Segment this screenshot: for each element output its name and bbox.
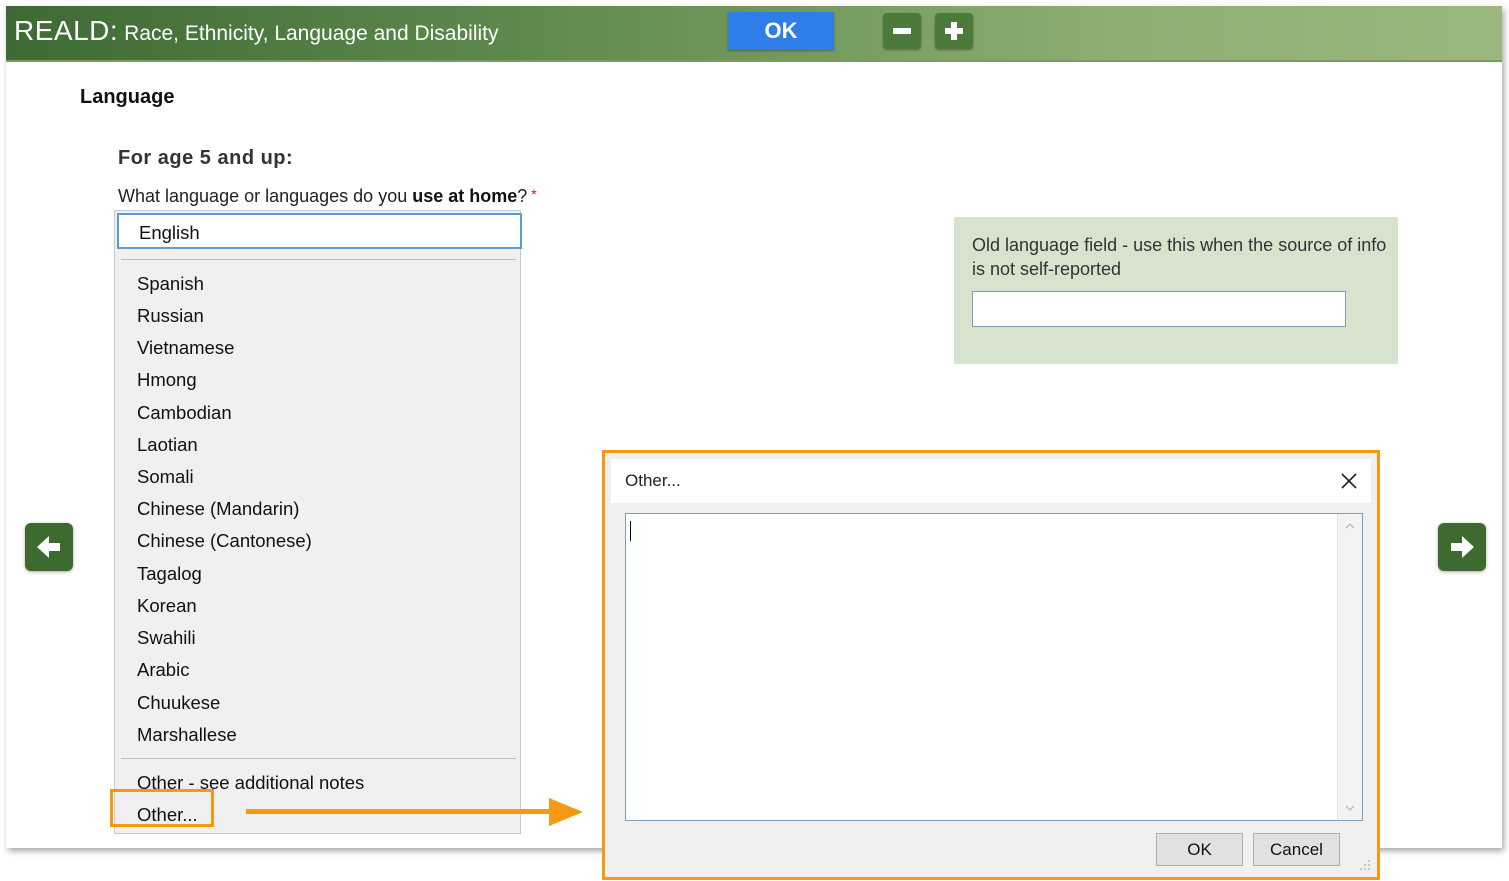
- question-suffix: ?: [517, 186, 528, 206]
- required-mark: *: [531, 186, 537, 202]
- list-item[interactable]: Laotian: [137, 434, 198, 456]
- list-item[interactable]: Russian: [137, 305, 204, 327]
- text-caret: [630, 521, 631, 541]
- list-item[interactable]: Cambodian: [137, 402, 232, 424]
- zoom-out-button[interactable]: [883, 13, 921, 49]
- list-item[interactable]: Swahili: [137, 627, 196, 649]
- list-item[interactable]: Chuukese: [137, 692, 220, 714]
- app-title: REALD: Race, Ethnicity, Language and Disa…: [14, 15, 499, 47]
- dialog-cancel-button[interactable]: Cancel: [1253, 833, 1340, 866]
- section-title: Language: [80, 86, 175, 108]
- resize-grip-icon[interactable]: [1357, 857, 1371, 871]
- dialog-ok-button[interactable]: OK: [1156, 833, 1243, 866]
- language-listbox[interactable]: English Spanish Russian Vietnamese Hmong…: [114, 210, 522, 834]
- dialog-close-button[interactable]: [1337, 469, 1361, 493]
- dialog-title: Other...: [625, 471, 681, 490]
- other-text-area[interactable]: [625, 513, 1363, 821]
- minus-icon: [893, 28, 911, 34]
- chevron-up-icon[interactable]: [1344, 520, 1356, 532]
- next-page-button[interactable]: [1438, 523, 1486, 571]
- other-dialog: Other... OK Cancel: [602, 450, 1380, 880]
- age-label: For age 5 and up:: [118, 147, 294, 169]
- question-bold: use at home: [412, 186, 518, 206]
- header-ok-button[interactable]: OK: [728, 12, 834, 50]
- selected-language[interactable]: English: [117, 213, 522, 249]
- other-highlight-box: [110, 789, 214, 827]
- list-item[interactable]: Arabic: [137, 659, 189, 681]
- zoom-in-button[interactable]: [935, 13, 973, 49]
- list-item[interactable]: Spanish: [137, 273, 204, 295]
- list-divider: [121, 758, 516, 759]
- app-title-main: REALD:: [14, 15, 119, 46]
- app-title-sub: Race, Ethnicity, Language and Disability: [124, 22, 499, 45]
- arrow-left-icon: [37, 536, 60, 558]
- list-item[interactable]: Chinese (Mandarin): [137, 498, 299, 520]
- old-language-input[interactable]: [972, 291, 1346, 327]
- old-language-label: Old language field - use this when the s…: [972, 235, 1387, 279]
- list-item[interactable]: Chinese (Cantonese): [137, 530, 312, 552]
- list-item[interactable]: Somali: [137, 466, 194, 488]
- close-icon: [1341, 473, 1357, 489]
- old-language-panel: Old language field - use this when the s…: [954, 217, 1398, 364]
- vertical-scrollbar[interactable]: [1337, 514, 1362, 820]
- callout-arrow-head: [549, 798, 583, 826]
- header-bar: REALD: Race, Ethnicity, Language and Disa…: [6, 6, 1502, 62]
- list-item[interactable]: Hmong: [137, 369, 197, 391]
- chevron-down-icon[interactable]: [1344, 802, 1356, 814]
- callout-arrow: [246, 809, 551, 814]
- list-item[interactable]: Vietnamese: [137, 337, 234, 359]
- arrow-right-icon: [1451, 536, 1474, 558]
- list-item[interactable]: Tagalog: [137, 563, 202, 585]
- list-divider: [121, 259, 516, 260]
- list-item[interactable]: Marshallese: [137, 724, 237, 746]
- list-item: English: [139, 222, 200, 243]
- question-text: What language or languages do you use at…: [118, 186, 537, 207]
- prev-page-button[interactable]: [25, 523, 73, 571]
- list-item[interactable]: Korean: [137, 595, 197, 617]
- question-prefix: What language or languages do you: [118, 186, 413, 206]
- dialog-titlebar: Other...: [611, 459, 1371, 503]
